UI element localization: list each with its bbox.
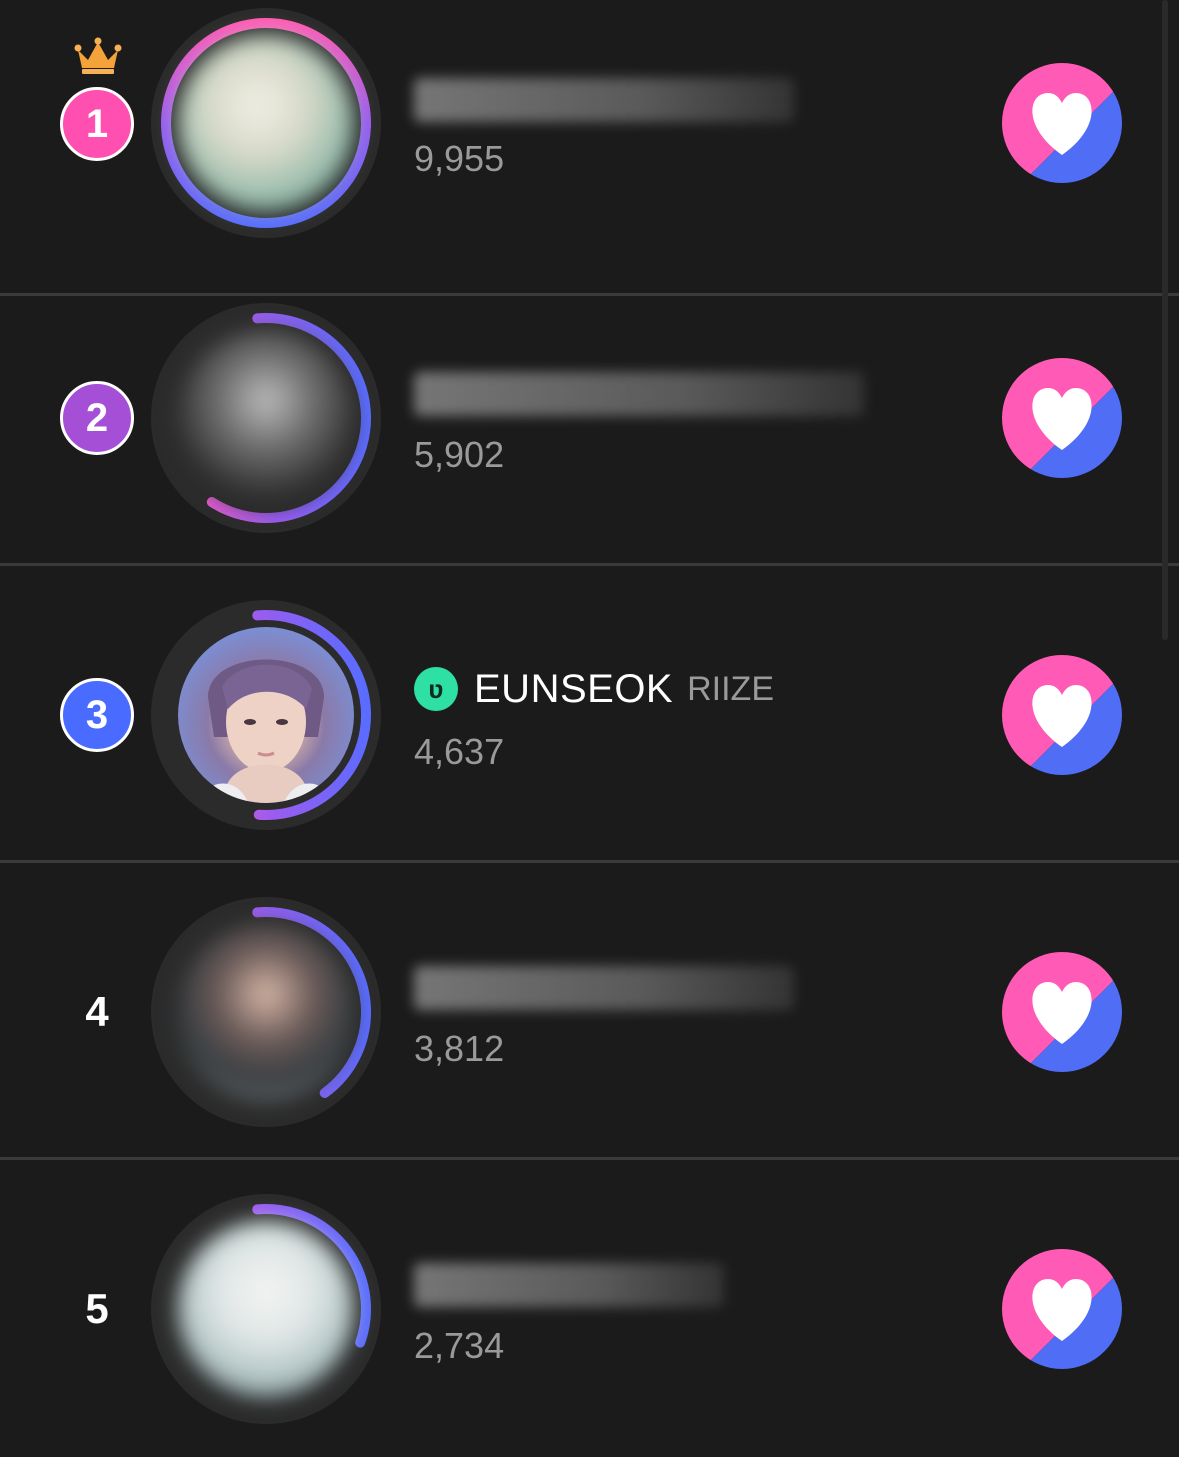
vote-count: 2,734 — [414, 1325, 505, 1366]
vote-count: 4,637 — [414, 731, 505, 772]
rank-number: 5 — [85, 1285, 109, 1332]
avatar-photo — [178, 330, 354, 506]
avatar[interactable] — [149, 598, 383, 832]
avatar-photo — [178, 1221, 354, 1397]
artist-name-line — [414, 1255, 724, 1315]
avatar[interactable] — [149, 6, 383, 240]
rank-indicator: 1 — [57, 84, 137, 164]
rank-indicator: 2 — [57, 378, 137, 458]
vote-heart-button[interactable] — [1002, 655, 1122, 775]
avatar[interactable] — [149, 895, 383, 1129]
artist-name-redacted — [414, 966, 794, 1010]
vote-count: 5,902 — [414, 434, 505, 475]
group-name: RIIZE — [687, 669, 775, 708]
heart-icon — [1002, 655, 1122, 775]
artist-name-line — [414, 70, 794, 130]
artist-name-line: ʋ EUNSEOK RIIZE — [414, 659, 774, 719]
avatar[interactable] — [149, 301, 383, 535]
artist-name-redacted — [414, 372, 864, 416]
ranking-row-5[interactable]: 5 2,734 — [0, 1161, 1179, 1457]
rank-badge: 2 — [60, 381, 134, 455]
heart-icon — [1002, 1249, 1122, 1369]
vote-heart-button[interactable] — [1002, 63, 1122, 183]
portrait-illustration — [198, 659, 334, 803]
rank-badge: 3 — [60, 678, 134, 752]
vote-heart-button[interactable] — [1002, 358, 1122, 478]
rank-badge: 1 — [60, 87, 134, 161]
rank-number: 4 — [85, 988, 109, 1035]
ranking-row-1[interactable]: 1 9,955 — [0, 0, 1179, 296]
rank-indicator: 5 — [57, 1269, 137, 1349]
ranking-list: 1 9,955 2 5,902 3 ʋ EUNSEOK RIIZE 4,637 … — [0, 0, 1179, 1444]
heart-icon — [1002, 63, 1122, 183]
heart-icon — [1002, 952, 1122, 1072]
ranking-row-4[interactable]: 4 3,812 — [0, 864, 1179, 1160]
scrollbar[interactable] — [1162, 0, 1168, 640]
verified-icon: ʋ — [414, 667, 458, 711]
heart-icon — [1002, 358, 1122, 478]
artist-name: EUNSEOK — [474, 666, 674, 711]
avatar-photo — [178, 924, 354, 1100]
vote-count: 3,812 — [414, 1028, 505, 1069]
rank-indicator: 3 — [57, 675, 137, 755]
vote-heart-button[interactable] — [1002, 952, 1122, 1072]
artist-name-redacted — [414, 78, 794, 122]
avatar[interactable] — [149, 1192, 383, 1426]
avatar-photo — [178, 627, 354, 803]
crown-icon — [74, 37, 122, 74]
artist-name-line — [414, 958, 794, 1018]
ranking-row-3[interactable]: 3 ʋ EUNSEOK RIIZE 4,637 — [0, 567, 1179, 863]
vote-heart-button[interactable] — [1002, 1249, 1122, 1369]
artist-name-line — [414, 364, 864, 424]
avatar-photo — [178, 35, 354, 211]
artist-name-redacted — [414, 1263, 724, 1307]
rank-indicator: 4 — [57, 972, 137, 1052]
vote-count: 9,955 — [414, 138, 505, 179]
ranking-row-2[interactable]: 2 5,902 — [0, 270, 1179, 566]
